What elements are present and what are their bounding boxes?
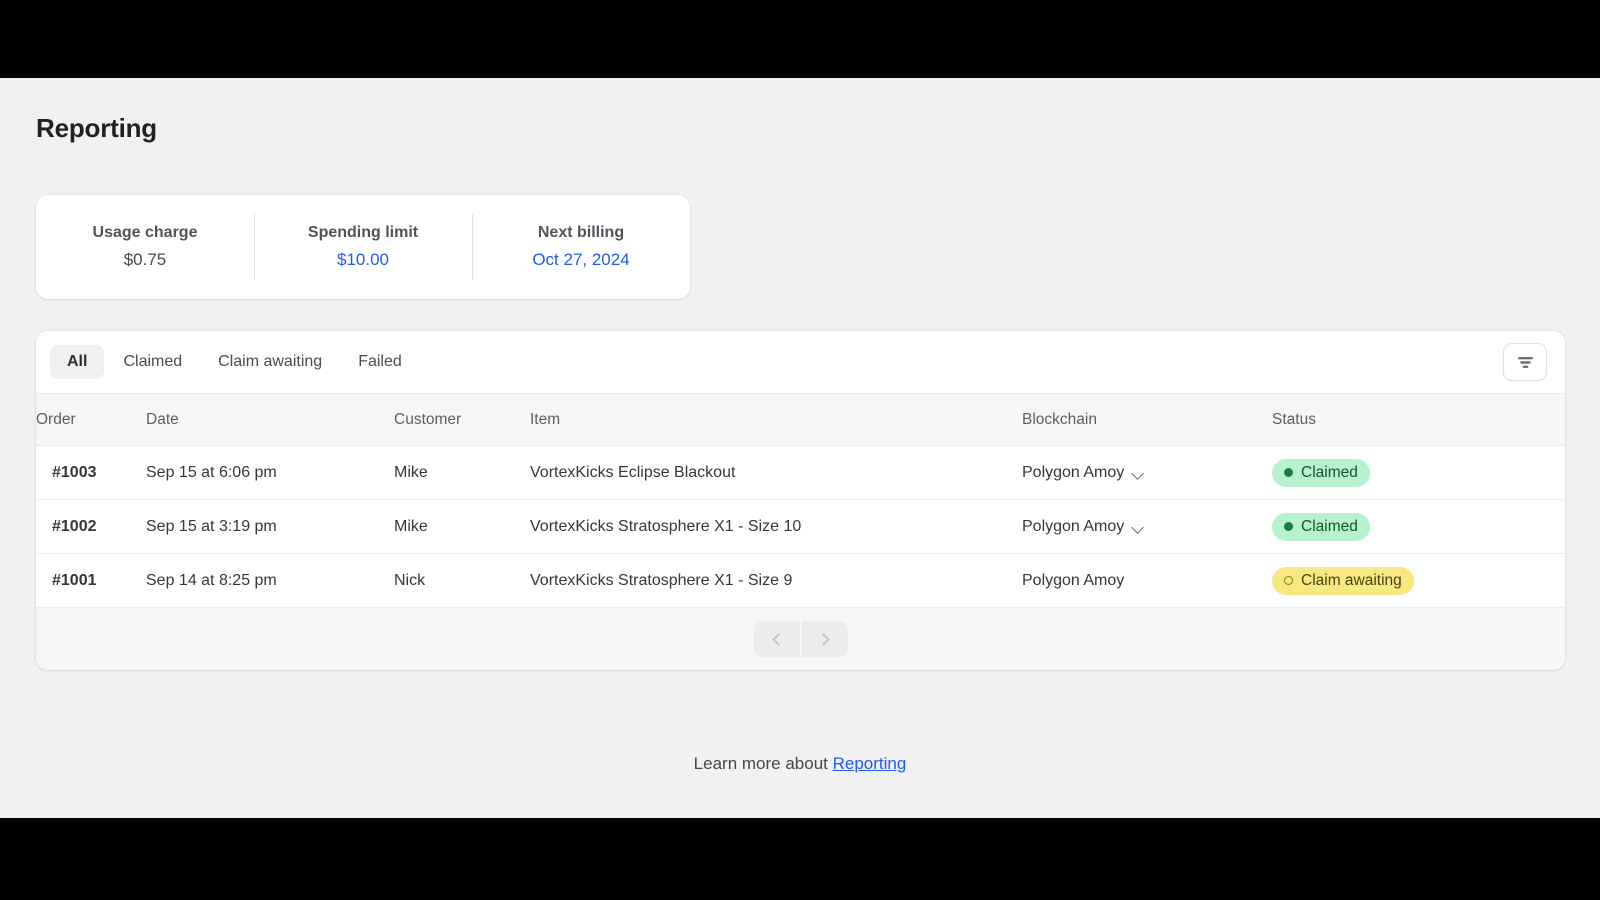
tab-claim-awaiting[interactable]: Claim awaiting [201, 345, 339, 379]
billing-summary-card: Usage charge $0.75 Spending limit $10.00… [36, 195, 690, 299]
status-badge: Claim awaiting [1272, 567, 1414, 595]
cell-date: Sep 15 at 3:19 pm [146, 500, 394, 554]
cell-customer: Mike [394, 446, 530, 500]
status-badge-label: Claimed [1301, 464, 1358, 482]
tab-failed[interactable]: Failed [341, 345, 419, 379]
cell-customer: Nick [394, 554, 530, 608]
status-badge: Claimed [1272, 513, 1370, 541]
status-dot-icon [1284, 468, 1293, 477]
cell-status: Claimed [1272, 446, 1565, 500]
cell-item: VortexKicks Stratosphere X1 - Size 10 [530, 500, 1022, 554]
status-badge-label: Claimed [1301, 518, 1358, 536]
footer-note: Learn more about Reporting [0, 754, 1600, 774]
status-dot-icon [1284, 522, 1293, 531]
status-badge: Claimed [1272, 459, 1370, 487]
cell-status: Claimed [1272, 500, 1565, 554]
cell-date: Sep 15 at 6:06 pm [146, 446, 394, 500]
table-row[interactable]: #1002 Sep 15 at 3:19 pm Mike VortexKicks… [36, 500, 1565, 554]
page-title: Reporting [36, 113, 157, 144]
blockchain-label: Polygon Amoy [1022, 572, 1124, 590]
column-header-order: Order [36, 394, 146, 446]
table-row[interactable]: #1003 Sep 15 at 6:06 pm Mike VortexKicks… [36, 446, 1565, 500]
summary-label: Usage charge [93, 224, 198, 242]
orders-table-body: #1003 Sep 15 at 6:06 pm Mike VortexKicks… [36, 446, 1565, 608]
summary-cell-spending-limit: Spending limit $10.00 [254, 214, 472, 280]
orders-table-head: Order Date Customer Item Blockchain Stat… [36, 394, 1565, 446]
status-filter-tabs: All Claimed Claim awaiting Failed [50, 345, 1503, 379]
tab-claimed[interactable]: Claimed [106, 345, 199, 379]
column-header-customer: Customer [394, 394, 530, 446]
table-tabs-row: All Claimed Claim awaiting Failed [36, 331, 1565, 393]
app-viewport: Reporting Usage charge $0.75 Spending li… [0, 78, 1600, 818]
summary-cell-usage-charge: Usage charge $0.75 [36, 214, 254, 280]
pagination-row [36, 608, 1565, 670]
letterbox-top [0, 0, 1600, 78]
pagination-next-button[interactable] [802, 621, 848, 657]
status-ring-icon [1284, 576, 1293, 585]
pagination [754, 621, 848, 657]
cell-item: VortexKicks Eclipse Blackout [530, 446, 1022, 500]
summary-value-link[interactable]: $10.00 [337, 250, 389, 270]
orders-table-card: All Claimed Claim awaiting Failed O [36, 331, 1565, 670]
blockchain-label: Polygon Amoy [1022, 518, 1124, 536]
summary-cell-next-billing: Next billing Oct 27, 2024 [472, 214, 690, 280]
summary-label: Next billing [538, 224, 624, 242]
column-header-date: Date [146, 394, 394, 446]
summary-value-link[interactable]: Oct 27, 2024 [532, 250, 629, 270]
cell-blockchain: Polygon Amoy [1022, 554, 1272, 608]
cell-item: VortexKicks Stratosphere X1 - Size 9 [530, 554, 1022, 608]
table-row[interactable]: #1001 Sep 14 at 8:25 pm Nick VortexKicks… [36, 554, 1565, 608]
status-badge-label: Claim awaiting [1301, 572, 1402, 590]
cell-order: #1003 [36, 446, 146, 500]
filter-icon [1517, 356, 1534, 369]
blockchain-label: Polygon Amoy [1022, 464, 1124, 482]
column-header-blockchain: Blockchain [1022, 394, 1272, 446]
cell-order: #1001 [36, 554, 146, 608]
chevron-down-icon[interactable] [1133, 469, 1144, 476]
tab-all[interactable]: All [50, 345, 104, 379]
column-header-item: Item [530, 394, 1022, 446]
chevron-down-icon[interactable] [1133, 523, 1144, 530]
summary-value: $0.75 [124, 250, 167, 270]
screen: Reporting Usage charge $0.75 Spending li… [0, 0, 1600, 900]
cell-status: Claim awaiting [1272, 554, 1565, 608]
footer-reporting-link[interactable]: Reporting [833, 754, 907, 773]
summary-label: Spending limit [308, 224, 418, 242]
orders-table: Order Date Customer Item Blockchain Stat… [36, 393, 1565, 608]
chevron-right-icon [817, 633, 830, 646]
cell-blockchain: Polygon Amoy [1022, 500, 1272, 554]
filter-button[interactable] [1503, 343, 1547, 381]
footer-note-text: Learn more about [694, 754, 833, 773]
table-header-row: Order Date Customer Item Blockchain Stat… [36, 394, 1565, 446]
column-header-status: Status [1272, 394, 1565, 446]
letterbox-bottom [0, 818, 1600, 900]
chevron-left-icon [772, 633, 785, 646]
cell-date: Sep 14 at 8:25 pm [146, 554, 394, 608]
cell-customer: Mike [394, 500, 530, 554]
pagination-prev-button[interactable] [754, 621, 800, 657]
cell-order: #1002 [36, 500, 146, 554]
cell-blockchain: Polygon Amoy [1022, 446, 1272, 500]
